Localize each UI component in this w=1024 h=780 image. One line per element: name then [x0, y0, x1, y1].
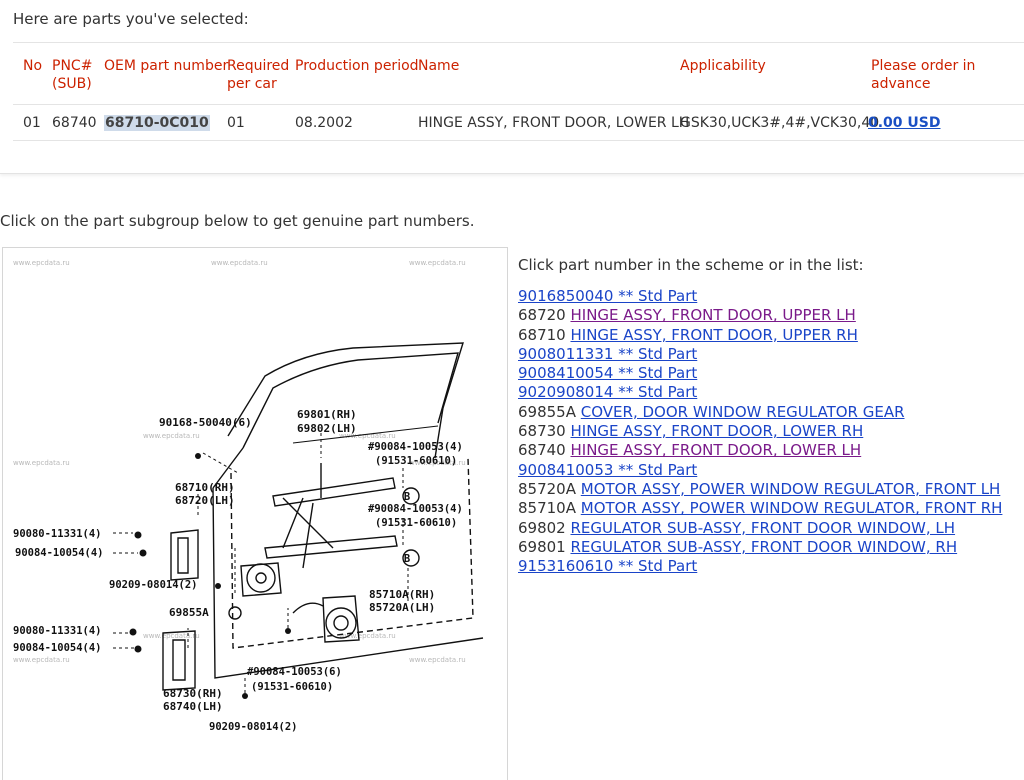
label-90084-10053: #90084-10053(4) [368, 441, 463, 453]
part-link[interactable]: HINGE ASSY, FRONT DOOR, LOWER RH [571, 422, 864, 440]
row-required: 01 [227, 115, 245, 131]
label-91531-60610: (91531-60610) [375, 517, 457, 529]
list-item-pnc: 85710A [518, 499, 576, 518]
label-68720: 68720(LH) [175, 494, 235, 507]
part-link[interactable]: HINGE ASSY, FRONT DOOR, UPPER RH [571, 326, 858, 344]
watermark: www.epcdata.ru [143, 432, 200, 440]
label-69801: 69801(RH) [297, 408, 357, 421]
col-header-period: Production period [295, 58, 419, 74]
part-link[interactable]: 9008410053 ** Std Part [518, 461, 697, 479]
list-item-pnc: 69855A [518, 402, 576, 421]
selected-parts-heading: Here are parts you've selected: [13, 10, 249, 28]
row-name: HINGE ASSY, FRONT DOOR, LOWER LH [418, 115, 690, 131]
list-item: 9008410054 ** Std Part [518, 364, 1002, 383]
part-link[interactable]: REGULATOR SUB-ASSY, FRONT DOOR WINDOW, R… [571, 538, 958, 556]
list-item-pnc: 68710 [518, 325, 566, 344]
label-68730: 68730(RH) [163, 687, 223, 700]
list-item-pnc: 68720 [518, 306, 566, 325]
list-item-pnc: 68730 [518, 422, 566, 441]
label-90084-10053: #90084-10053(6) [247, 666, 342, 678]
col-header-no: No [23, 58, 43, 74]
col-header-pnc: PNC# (SUB) [52, 58, 93, 92]
row-period: 08.2002 [295, 115, 353, 131]
list-item: 69801 REGULATOR SUB-ASSY, FRONT DOOR WIN… [518, 538, 1002, 557]
label-68710: 68710(RH) [175, 481, 235, 494]
selected-parts-panel: Here are parts you've selected: No PNC# … [0, 0, 1024, 174]
col-header-order: Please order in advance [871, 58, 976, 92]
instruction-text: Click on the part subgroup below to get … [0, 212, 475, 230]
label-90080-11331: 90080-11331(4) [13, 625, 102, 637]
label-90084-10053: #90084-10053(4) [368, 503, 463, 515]
label-69802: 69802(LH) [297, 422, 357, 435]
col-header-name: Name [418, 58, 460, 74]
label-85720a: 85720A(LH) [369, 601, 435, 614]
list-item: 9020908014 ** Std Part [518, 383, 1002, 402]
list-item: 85710A MOTOR ASSY, POWER WINDOW REGULATO… [518, 499, 1002, 518]
part-link[interactable]: REGULATOR SUB-ASSY, FRONT DOOR WINDOW, L… [571, 519, 956, 537]
part-link[interactable]: 9008410054 ** Std Part [518, 364, 697, 382]
label-90209-08014: 90209-08014(2) [109, 579, 198, 591]
label-90209-08014: 90209-08014(2) [209, 721, 298, 733]
list-item-pnc: 69801 [518, 537, 566, 556]
part-link[interactable]: MOTOR ASSY, POWER WINDOW REGULATOR, FRON… [581, 499, 1003, 517]
list-item: 69855A COVER, DOOR WINDOW REGULATOR GEAR [518, 403, 1002, 422]
list-item: 68740 HINGE ASSY, FRONT DOOR, LOWER LH [518, 441, 1002, 460]
part-link[interactable]: HINGE ASSY, FRONT DOOR, LOWER LH [571, 441, 862, 459]
part-link[interactable]: MOTOR ASSY, POWER WINDOW REGULATOR, FRON… [581, 480, 1001, 498]
watermark: www.epcdata.ru [13, 459, 70, 467]
list-item: 85720A MOTOR ASSY, POWER WINDOW REGULATO… [518, 480, 1002, 499]
list-item: 9016850040 ** Std Part [518, 287, 1002, 306]
list-item: 68720 HINGE ASSY, FRONT DOOR, UPPER LH [518, 306, 1002, 325]
part-link[interactable]: COVER, DOOR WINDOW REGULATOR GEAR [581, 403, 905, 421]
list-item: 9008410053 ** Std Part [518, 461, 1002, 480]
watermark: www.epcdata.ru [409, 656, 466, 664]
label-85710a: 85710A(RH) [369, 588, 435, 601]
label-90084-10054: 90084-10054(4) [13, 642, 102, 654]
parts-diagram[interactable]: www.epcdata.ru www.epcdata.ru www.epcdat… [2, 247, 508, 780]
part-link[interactable]: 9020908014 ** Std Part [518, 383, 697, 401]
list-item: 68730 HINGE ASSY, FRONT DOOR, LOWER RH [518, 422, 1002, 441]
col-header-oem: OEM part number [104, 58, 229, 74]
price-link[interactable]: 0.00 USD [868, 115, 941, 131]
col-header-applicability: Applicability [680, 58, 766, 74]
list-item: 9153160610 ** Std Part [518, 557, 1002, 576]
label-90080-11331: 90080-11331(4) [13, 528, 102, 540]
door-scheme-drawing: www.epcdata.ru www.epcdata.ru www.epcdat… [13, 259, 484, 733]
part-link[interactable]: 9008011331 ** Std Part [518, 345, 697, 363]
row-pnc: 68740 [52, 115, 97, 131]
marker-b: B [404, 491, 410, 503]
col-header-required: Required per car [227, 58, 290, 92]
part-link[interactable]: 9016850040 ** Std Part [518, 287, 697, 305]
marker-b: B [404, 553, 410, 565]
list-item-pnc: 69802 [518, 518, 566, 537]
parts-list-title: Click part number in the scheme or in th… [518, 256, 864, 274]
label-91531-60610: (91531-60610) [251, 681, 333, 693]
part-link[interactable]: HINGE ASSY, FRONT DOOR, UPPER LH [571, 306, 856, 324]
row-applicability: GSK30,UCK3#,4#,VCK30,40 [680, 115, 880, 131]
part-link[interactable]: 9153160610 ** Std Part [518, 557, 697, 575]
watermark: www.epcdata.ru [211, 259, 268, 267]
label-68740: 68740(LH) [163, 700, 223, 713]
list-item: 69802 REGULATOR SUB-ASSY, FRONT DOOR WIN… [518, 519, 1002, 538]
row-oem-number[interactable]: 68710-0C010 [104, 115, 210, 131]
divider [13, 42, 1024, 43]
watermark: www.epcdata.ru [13, 656, 70, 664]
parts-list: 9016850040 ** Std Part 68720 HINGE ASSY,… [518, 287, 1002, 576]
list-item-pnc: 85720A [518, 479, 576, 498]
divider [13, 140, 1024, 141]
watermark: www.epcdata.ru [143, 632, 200, 640]
label-90168-50040: 90168-50040(6) [159, 416, 252, 429]
list-item: 9008011331 ** Std Part [518, 345, 1002, 364]
list-item-pnc: 68740 [518, 441, 566, 460]
label-69855a: 69855A [169, 606, 209, 619]
watermark: www.epcdata.ru [13, 259, 70, 267]
watermark: www.epcdata.ru [409, 259, 466, 267]
label-90084-10054: 90084-10054(4) [15, 547, 104, 559]
list-item: 68710 HINGE ASSY, FRONT DOOR, UPPER RH [518, 326, 1002, 345]
divider [13, 104, 1024, 105]
row-no: 01 [23, 115, 41, 131]
label-91531-60610: (91531-60610) [375, 455, 457, 467]
